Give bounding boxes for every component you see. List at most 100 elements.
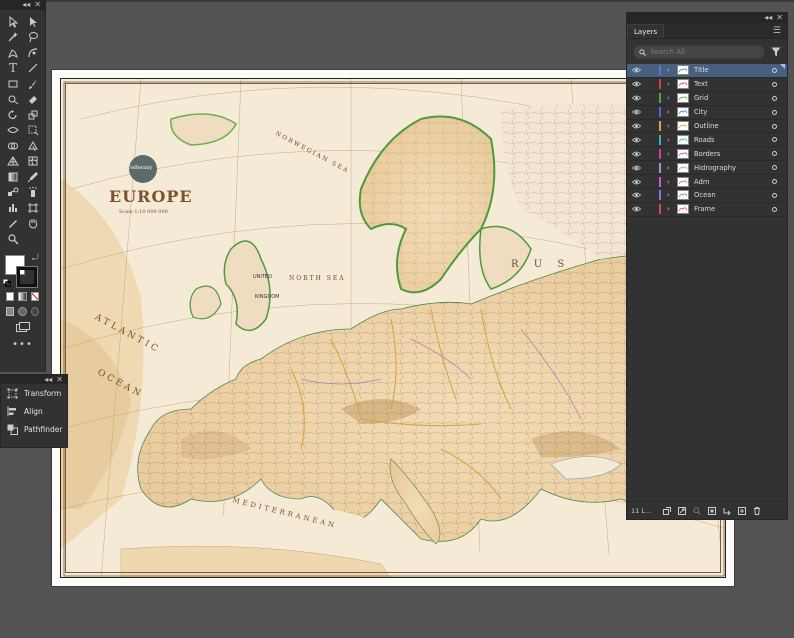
target-circle-icon[interactable] <box>772 95 777 101</box>
chevron-right-icon[interactable]: › <box>667 191 677 199</box>
target-circle-icon[interactable] <box>772 165 777 171</box>
paintbrush-tool-icon[interactable] <box>23 76 43 92</box>
create-sublayer-icon[interactable] <box>719 505 734 517</box>
transform-panel-button[interactable]: Transform <box>1 384 67 402</box>
chevron-right-icon[interactable]: › <box>667 150 677 158</box>
layers-search-box[interactable] <box>633 45 765 59</box>
layer-name[interactable]: Grid <box>694 94 772 102</box>
layer-row-title[interactable]: › Title <box>627 64 787 78</box>
shape-builder-tool-icon[interactable] <box>3 138 23 154</box>
magic-wand-tool-icon[interactable] <box>3 30 23 46</box>
layer-name[interactable]: Borders <box>694 150 772 158</box>
hand-tool-icon[interactable] <box>23 216 43 232</box>
direct-selection-tool-icon[interactable] <box>23 14 43 30</box>
layer-row-frame[interactable]: › Frame <box>627 203 787 217</box>
symbol-sprayer-tool-icon[interactable] <box>23 185 43 201</box>
locate-object-icon[interactable] <box>674 505 689 517</box>
gradient-tool-icon[interactable] <box>3 169 23 185</box>
filter-icon[interactable] <box>771 47 781 57</box>
visibility-eye-icon[interactable] <box>627 151 645 157</box>
layers-panel-header[interactable]: ◂◂ ✕ <box>627 13 787 23</box>
panel-menu-icon[interactable]: ☰ <box>773 24 781 38</box>
rectangle-tool-icon[interactable] <box>3 76 23 92</box>
layer-name[interactable]: Outline <box>694 122 772 130</box>
none-mode-icon[interactable] <box>30 291 39 301</box>
delete-layer-icon[interactable] <box>749 505 764 517</box>
make-clipping-mask-icon[interactable] <box>704 505 719 517</box>
tools-panel-header[interactable]: ◂◂ ✕ <box>0 0 45 10</box>
perspective-grid-tool-icon[interactable] <box>3 154 23 170</box>
layer-name[interactable]: Adm <box>694 178 772 186</box>
visibility-eye-icon[interactable] <box>627 95 645 101</box>
type-tool-icon[interactable]: T <box>3 61 23 77</box>
tab-layers[interactable]: Layers <box>627 24 665 38</box>
pen-tool-icon[interactable] <box>3 45 23 61</box>
visibility-eye-icon[interactable] <box>627 206 645 212</box>
layers-search-input[interactable] <box>650 48 750 56</box>
draw-behind-icon[interactable] <box>18 306 27 316</box>
collapse-icon[interactable]: ◂◂ <box>44 375 52 384</box>
chevron-right-icon[interactable]: › <box>667 66 677 74</box>
live-paint-tool-icon[interactable] <box>23 138 43 154</box>
rotate-tool-icon[interactable] <box>3 107 23 123</box>
chevron-right-icon[interactable]: › <box>667 136 677 144</box>
create-new-layer-icon[interactable] <box>734 505 749 517</box>
target-circle-icon[interactable] <box>772 137 777 143</box>
props-panel-header[interactable]: ◂◂ ✕ <box>1 375 67 384</box>
shaper-tool-icon[interactable] <box>3 92 23 108</box>
eyedropper-tool-icon[interactable] <box>23 169 43 185</box>
visibility-eye-icon[interactable] <box>627 67 645 73</box>
screen-mode-icon[interactable] <box>15 321 30 332</box>
close-icon[interactable]: ✕ <box>776 14 783 22</box>
stroke-swatch[interactable] <box>16 265 38 288</box>
layer-row-grid[interactable]: › Grid <box>627 92 787 106</box>
edit-toolbar-button[interactable]: ••• <box>0 339 45 350</box>
slice-tool-icon[interactable] <box>3 216 23 232</box>
visibility-eye-icon[interactable] <box>627 179 645 185</box>
layer-row-adm[interactable]: › Adm <box>627 175 787 190</box>
draw-normal-icon[interactable] <box>6 306 15 316</box>
close-icon[interactable]: ✕ <box>56 375 63 384</box>
align-panel-button[interactable]: Align <box>1 402 67 420</box>
curvature-tool-icon[interactable] <box>23 45 43 61</box>
chevron-right-icon[interactable]: › <box>667 178 677 186</box>
layer-row-hidrography[interactable]: › Hidrography <box>627 161 787 176</box>
draw-inside-icon[interactable] <box>30 306 39 316</box>
layer-name[interactable]: Frame <box>694 205 772 213</box>
visibility-eye-icon[interactable] <box>627 137 645 143</box>
blend-tool-icon[interactable] <box>3 185 23 201</box>
target-circle-icon[interactable] <box>772 109 777 115</box>
chevron-right-icon[interactable]: › <box>667 205 677 213</box>
swap-fill-stroke-icon[interactable]: ⤾ <box>32 253 39 263</box>
default-fill-stroke-icon[interactable] <box>3 278 11 287</box>
chevron-right-icon[interactable]: › <box>667 80 677 88</box>
color-mode-icon[interactable] <box>6 291 15 301</box>
layer-row-borders[interactable]: › Borders <box>627 147 787 162</box>
pathfinder-panel-button[interactable]: Pathfinder <box>1 420 67 438</box>
layer-name[interactable]: Hidrography <box>694 164 772 172</box>
chevron-right-icon[interactable]: › <box>667 108 677 116</box>
target-circle-icon[interactable] <box>772 81 777 87</box>
layer-name[interactable]: Text <box>694 80 772 88</box>
layer-name[interactable]: Title <box>694 66 772 74</box>
scale-tool-icon[interactable] <box>23 107 43 123</box>
collapse-icon[interactable]: ◂◂ <box>764 14 772 22</box>
collect-for-export-icon[interactable] <box>659 505 674 517</box>
selection-tool-icon[interactable] <box>3 14 23 30</box>
target-circle-icon[interactable] <box>772 67 777 73</box>
target-circle-icon[interactable] <box>772 179 777 185</box>
layer-name[interactable]: Roads <box>694 136 772 144</box>
layer-row-city[interactable]: › City <box>627 106 787 120</box>
layer-row-roads[interactable]: › Roads <box>627 133 787 148</box>
line-segment-tool-icon[interactable] <box>23 61 43 77</box>
layer-row-outline[interactable]: › Outline <box>627 120 787 134</box>
gradient-mode-icon[interactable] <box>18 291 27 301</box>
layer-row-ocean[interactable]: › Ocean <box>627 189 787 203</box>
column-graph-tool-icon[interactable] <box>3 200 23 216</box>
layer-row-text[interactable]: › Text <box>627 78 787 92</box>
visibility-eye-icon[interactable] <box>627 123 645 129</box>
layer-name[interactable]: Ocean <box>694 191 772 199</box>
target-circle-icon[interactable] <box>772 206 777 212</box>
target-circle-icon[interactable] <box>772 151 777 157</box>
collapse-icon[interactable]: ◂◂ <box>22 1 30 9</box>
